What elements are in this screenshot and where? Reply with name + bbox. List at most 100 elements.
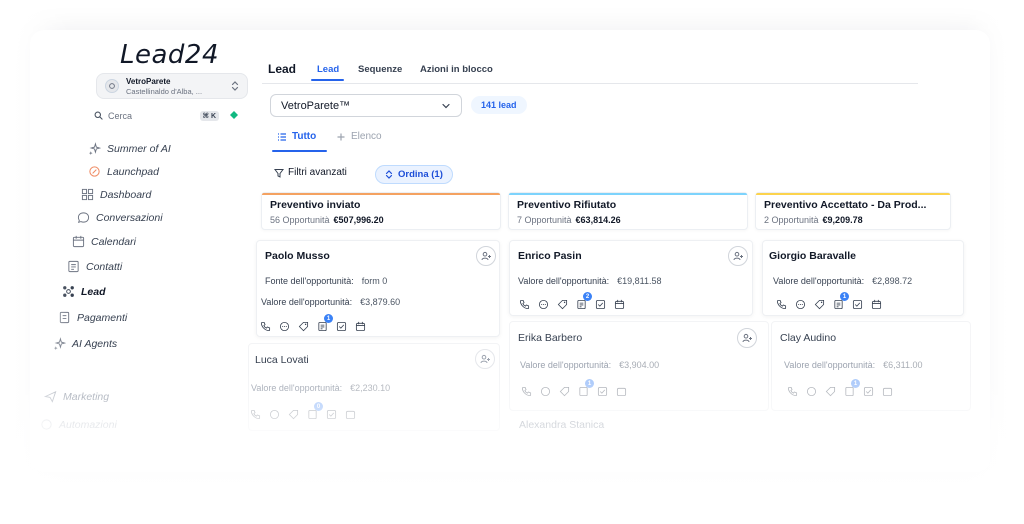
opportunity-card[interactable]: Erika Barbero Valore dell'opportunità: €3… [509,321,769,411]
card-field: Valore dell'opportunità: €19,811.58 [518,276,662,286]
stage-amount: €63,814.26 [575,215,621,225]
stage-summary: 56 Opportunità €507,996.20 [270,215,492,225]
lead-icon [63,286,74,297]
notes-icon[interactable]: 1 [843,379,860,397]
card-field: Valore dell'opportunità: €3,879.60 [261,297,400,307]
phone-icon[interactable] [775,298,787,310]
sidebar-item-automazioni[interactable]: Automazioni [40,418,117,431]
sidebar-item-ai-agents[interactable]: AI Agents [53,337,117,350]
task-check-icon[interactable] [851,298,863,310]
advanced-filters-label: Filtri avanzati [288,167,347,178]
message-icon[interactable] [539,385,551,397]
field-label: Valore dell'opportunità: [518,276,610,286]
lightning-icon[interactable] [229,110,239,120]
task-check-icon[interactable] [335,320,347,332]
header-divider [262,83,918,84]
search-icon [94,111,103,120]
opportunity-card[interactable]: Enrico Pasin Valore dell'opportunità: €19… [509,240,753,316]
account-name: VetroParete [126,76,171,86]
sort-label: Ordina (1) [398,169,443,180]
appointment-icon[interactable] [615,385,627,397]
sidebar-item-summer-of-ai[interactable]: Summer of AI [88,142,171,155]
card-contact-name[interactable]: Alexandra Stanica [519,419,604,431]
view-tab-all[interactable]: Tutto [277,131,316,142]
field-value: €6,311.00 [883,360,923,370]
assign-user-button[interactable] [728,246,748,266]
tag-icon[interactable] [287,408,299,420]
sidebar-item-contatti[interactable]: Contatti [67,260,122,273]
appointment-icon[interactable] [881,385,893,397]
tag-icon[interactable] [813,298,825,310]
stage-title: Preventivo Rifiutato [517,199,617,211]
appointment-icon[interactable] [870,298,882,310]
sidebar-item-launchpad[interactable]: Launchpad [88,165,159,178]
card-field: Valore dell'opportunità: €3,904.00 [520,360,659,370]
sort-button[interactable]: Ordina (1) [375,165,453,184]
notes-count-badge: 1 [840,292,849,301]
opportunity-card[interactable]: Paolo Musso Fonte dell'opportunità: form … [256,240,500,337]
notes-icon[interactable]: 1 [832,292,849,310]
advanced-filters-button[interactable]: Filtri avanzati [274,167,347,178]
opportunity-card[interactable]: Luca Lovati Valore dell'opportunità: €2,2… [248,343,500,431]
sidebar-item-conversazioni[interactable]: Conversazioni [77,211,163,224]
card-contact-name: Luca Lovati [255,354,309,366]
phone-icon[interactable] [259,320,271,332]
tag-icon[interactable] [297,320,309,332]
field-label: Valore dell'opportunità: [520,360,612,370]
plus-icon [337,133,345,140]
view-tab-list[interactable]: Elenco [336,131,382,142]
notes-icon[interactable]: 2 [575,292,592,310]
message-icon[interactable] [268,408,280,420]
sidebar-item-dashboard[interactable]: Dashboard [81,188,151,201]
tab-lead[interactable]: Lead [317,64,339,75]
assign-user-button[interactable] [475,349,495,369]
account-switcher[interactable]: VetroParete Castellinaldo d'Alba, ... [96,73,248,99]
automation-icon [41,419,52,430]
message-icon[interactable] [278,320,290,332]
opportunity-card[interactable]: Giorgio Baravalle Valore dell'opportunit… [762,240,964,316]
task-check-icon[interactable] [596,385,608,397]
tab-sequenze[interactable]: Sequenze [358,64,402,75]
phone-icon[interactable] [786,385,798,397]
notes-icon[interactable]: 1 [577,379,594,397]
card-field: Fonte dell'opportunità: form 0 [265,276,387,286]
notes-count-badge: 0 [314,402,323,411]
message-icon[interactable] [794,298,806,310]
field-value: form 0 [361,276,388,286]
card-contact-name: Paolo Musso [265,250,330,262]
message-icon[interactable] [537,298,549,310]
user-plus-icon [480,354,490,364]
sidebar-item-lead[interactable]: Lead [62,285,106,298]
tag-icon[interactable] [824,385,836,397]
appointment-icon[interactable] [344,408,356,420]
opportunity-card[interactable]: Clay Audino Valore dell'opportunità: €6,3… [771,321,971,411]
task-check-icon[interactable] [325,408,337,420]
tab-azioni-in-blocco[interactable]: Azioni in blocco [420,64,493,75]
tag-icon[interactable] [556,298,568,310]
card-field: Valore dell'opportunità: €2,898.72 [773,276,912,286]
notes-icon[interactable]: 0 [306,402,323,420]
sidebar-item-pagamenti[interactable]: Pagamenti [58,311,127,324]
phone-icon[interactable] [520,385,532,397]
message-icon[interactable] [805,385,817,397]
sidebar-item-marketing[interactable]: Marketing [44,390,109,403]
chat-icon [77,212,90,224]
appointment-icon[interactable] [613,298,625,310]
card-contact-name: Giorgio Baravalle [769,250,856,262]
phone-icon[interactable] [249,408,261,420]
phone-icon[interactable] [518,298,530,310]
task-check-icon[interactable] [862,385,874,397]
notes-icon[interactable]: 1 [316,314,333,332]
sidebar-item-label: Launchpad [107,165,159,178]
task-check-icon[interactable] [594,298,606,310]
assign-user-button[interactable] [737,328,757,348]
field-label: Valore dell'opportunità: [251,383,343,393]
calendar-icon [72,235,85,248]
tag-icon[interactable] [558,385,570,397]
search-input[interactable]: Cerca ⌘ K [91,107,219,124]
assign-user-button[interactable] [476,246,496,266]
pipeline-select[interactable]: VetroParete™ [270,94,462,117]
sidebar-item-label: Lead [81,285,106,298]
sidebar-item-calendari[interactable]: Calendari [72,235,136,248]
appointment-icon[interactable] [354,320,366,332]
